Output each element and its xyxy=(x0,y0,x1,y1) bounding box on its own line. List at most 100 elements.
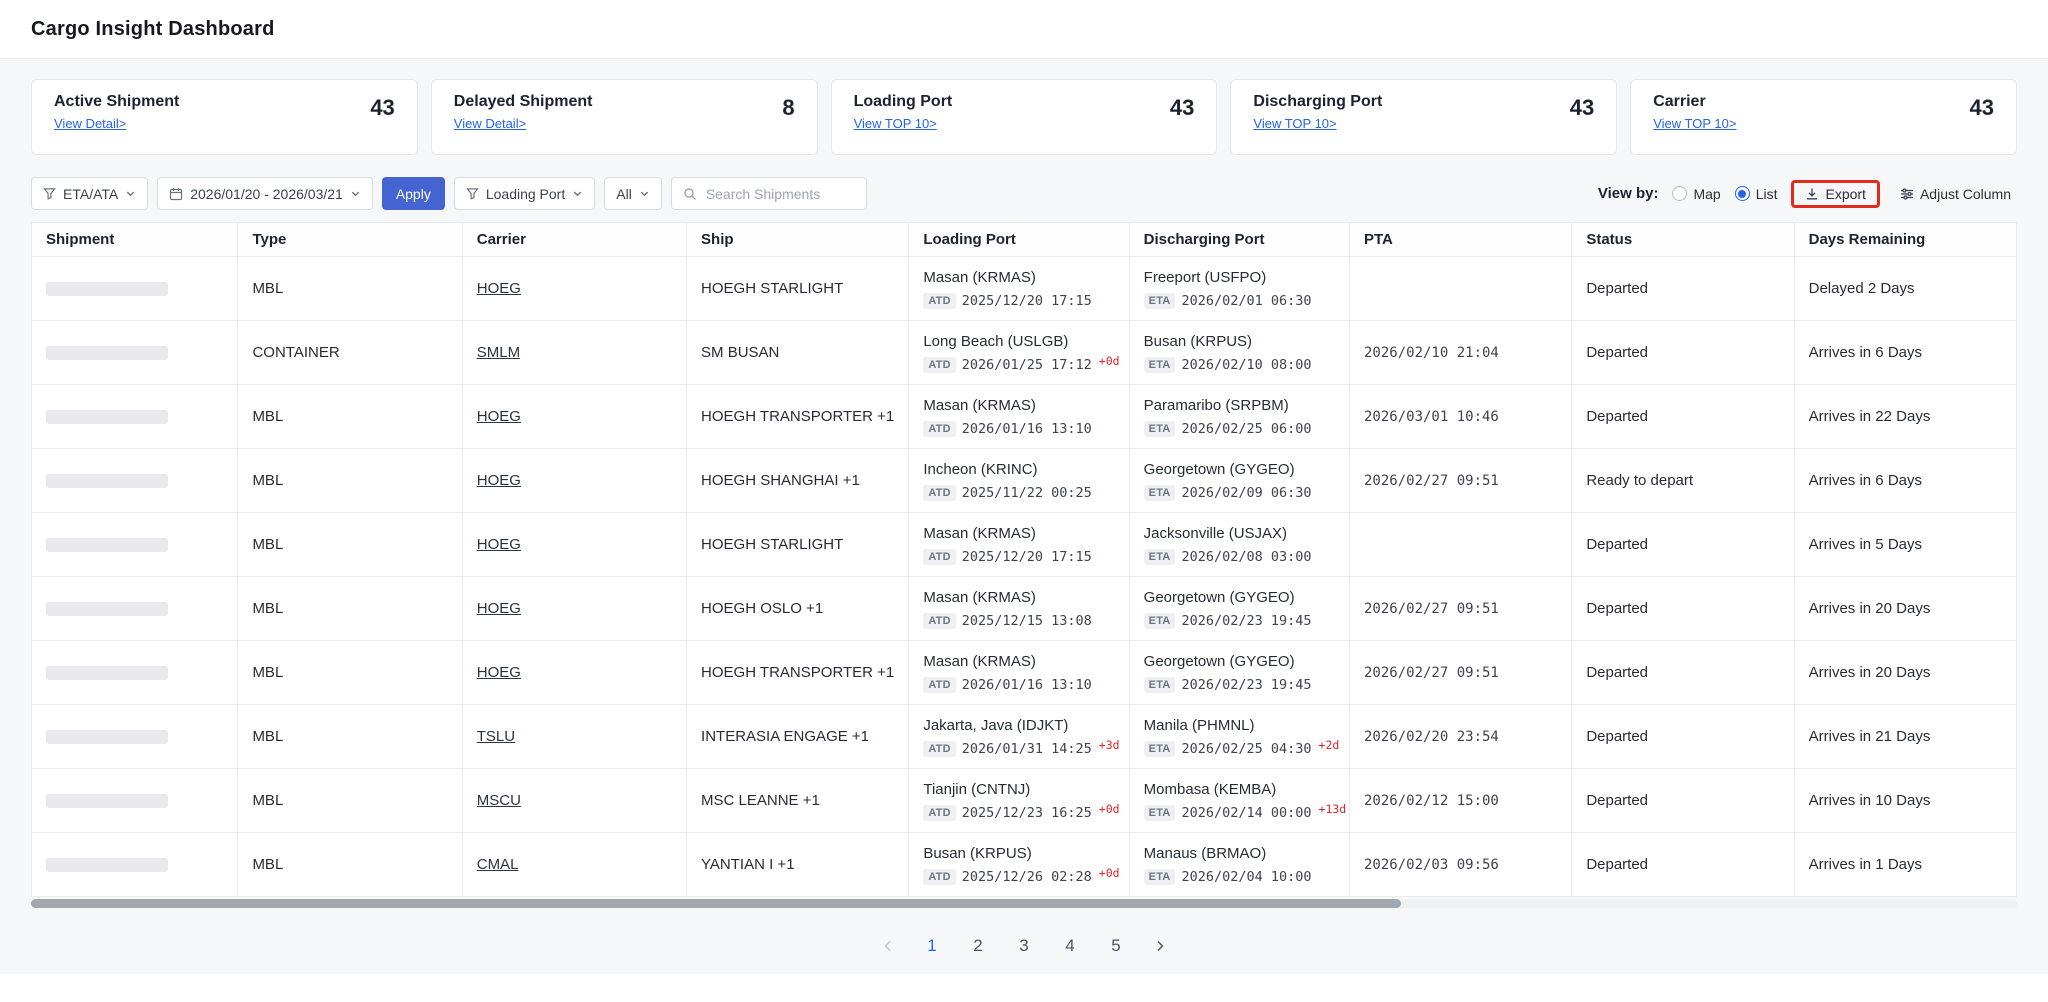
all-filter-label: All xyxy=(616,185,632,202)
carrier-link[interactable]: HOEG xyxy=(477,280,521,297)
view-top10-link[interactable]: View TOP 10> xyxy=(1253,116,1336,131)
carrier-cell: HOEG xyxy=(461,256,688,321)
view-top10-link[interactable]: View TOP 10> xyxy=(1653,116,1736,131)
column-header-ship: Ship xyxy=(686,222,910,257)
port-time: ATD 2025/12/26 02:28 +0d xyxy=(923,866,1120,885)
chevron-down-icon xyxy=(125,188,136,199)
all-dropdown[interactable]: All xyxy=(604,177,662,210)
apply-button[interactable]: Apply xyxy=(381,177,445,210)
delay-days: +0d xyxy=(1098,353,1120,368)
page-button[interactable]: 1 xyxy=(917,929,947,963)
shipment-table-body: MBL HOEG HOEGH STARLIGHT Masan (KRMAS) ATD 20… xyxy=(30,256,2018,897)
adjust-column-label: Adjust Column xyxy=(1919,185,2011,202)
discharging-port-cell: Jacksonville (USJAX) ETA 2026/02/08 03:00 xyxy=(1128,512,1351,577)
eta-ata-dropdown[interactable]: ETA/ATA xyxy=(31,177,149,210)
port-name: Paramaribo (SRPBM) xyxy=(1143,396,1289,414)
loading-port-cell: Masan (KRMAS) ATD 2026/01/16 13:10 xyxy=(908,640,1130,705)
view-option-map[interactable]: Map xyxy=(1672,186,1721,202)
port-datetime: 2026/02/08 03:00 xyxy=(1181,548,1312,565)
days-remaining-cell: Arrives in 6 Days xyxy=(1793,448,2018,513)
view-option-list[interactable]: List xyxy=(1734,186,1777,202)
port-datetime: 2025/12/20 17:15 xyxy=(961,548,1092,565)
loading-port-cell: Busan (KRPUS) ATD 2025/12/26 02:28 +0d xyxy=(908,832,1130,897)
page-button[interactable]: 5 xyxy=(1101,929,1131,963)
pagination-next-button[interactable] xyxy=(1147,933,1173,959)
port-datetime: 2026/02/04 10:00 xyxy=(1181,868,1312,885)
status-cell: Departed xyxy=(1571,512,1795,577)
port-time: ATD 2025/12/23 16:25 +0d xyxy=(923,802,1120,821)
card-loading-port: Loading Port View TOP 10> 43 xyxy=(830,79,1218,155)
loading-port-dropdown[interactable]: Loading Port xyxy=(453,177,596,210)
view-detail-link[interactable]: View Detail> xyxy=(454,116,526,131)
shipment-id-placeholder xyxy=(46,537,168,552)
scrollbar-thumb[interactable] xyxy=(31,899,1402,908)
map-radio[interactable] xyxy=(1672,186,1688,201)
port-name: Masan (KRMAS) xyxy=(923,652,1036,670)
port-time: ATD 2026/01/16 13:10 xyxy=(923,420,1114,437)
port-datetime: 2026/02/10 08:00 xyxy=(1181,356,1312,373)
port-name: Masan (KRMAS) xyxy=(923,268,1036,286)
port-time: ETA 2026/02/01 06:30 xyxy=(1143,292,1335,309)
port-name: Long Beach (USLGB) xyxy=(923,332,1069,350)
eta-badge: ETA xyxy=(1143,612,1176,629)
loading-port-cell: Masan (KRMAS) ATD 2025/12/20 17:15 xyxy=(908,256,1130,321)
port-name: Masan (KRMAS) xyxy=(923,524,1036,542)
carrier-link[interactable]: HOEG xyxy=(477,408,521,425)
eta-badge: ETA xyxy=(1143,292,1176,309)
port-time: ETA 2026/02/10 08:00 xyxy=(1143,356,1335,373)
status-cell: Departed xyxy=(1571,704,1795,769)
port-datetime: 2026/02/09 06:30 xyxy=(1181,484,1312,501)
page-button[interactable]: 3 xyxy=(1009,929,1039,963)
shipment-cell xyxy=(30,704,239,769)
pagination-prev-button[interactable] xyxy=(875,933,901,959)
carrier-link[interactable]: HOEG xyxy=(477,472,521,489)
chevron-down-icon xyxy=(572,188,583,199)
export-button[interactable]: Export xyxy=(1799,185,1871,203)
chevron-down-icon xyxy=(350,188,361,199)
type-cell: MBL xyxy=(237,512,463,577)
view-top10-link[interactable]: View TOP 10> xyxy=(854,116,937,131)
view-detail-link[interactable]: View Detail> xyxy=(54,116,126,131)
shipment-cell xyxy=(30,576,239,641)
eta-ata-label: ETA/ATA xyxy=(63,185,119,202)
carrier-cell: HOEG xyxy=(461,384,688,449)
table-row: MBL HOEG HOEGH STARLIGHT Masan (KRMAS) ATD 20… xyxy=(30,256,2018,321)
ship-cell: MSC LEANNE +1 xyxy=(686,768,910,833)
card-value: 43 xyxy=(1569,95,1595,120)
discharging-port-cell: Georgetown (GYGEO) ETA 2026/02/23 19:45 xyxy=(1128,640,1351,705)
carrier-link[interactable]: SMLM xyxy=(477,344,520,361)
adjust-column-button[interactable]: Adjust Column xyxy=(1894,185,2017,203)
port-name: Manila (PHMNL) xyxy=(1143,716,1255,734)
ship-cell: HOEGH STARLIGHT xyxy=(686,512,910,577)
port-name: Manaus (BRMAO) xyxy=(1143,844,1267,862)
date-range-picker[interactable]: 2026/01/20 - 2026/03/21 xyxy=(157,177,373,210)
card-label: Loading Port xyxy=(853,93,953,110)
adjust-column-icon xyxy=(1900,187,1914,201)
carrier-link[interactable]: HOEG xyxy=(477,600,521,617)
card-value: 43 xyxy=(1969,95,1994,120)
carrier-link[interactable]: TSLU xyxy=(477,728,515,745)
list-radio[interactable] xyxy=(1734,186,1750,201)
page-button[interactable]: 4 xyxy=(1055,929,1085,963)
carrier-link[interactable]: HOEG xyxy=(477,536,521,553)
ship-cell: HOEGH STARLIGHT xyxy=(686,256,910,321)
pta-cell: 2026/02/10 21:04 xyxy=(1348,320,1573,385)
status-cell: Departed xyxy=(1571,384,1795,449)
carrier-link[interactable]: HOEG xyxy=(477,664,521,681)
carrier-link[interactable]: CMAL xyxy=(477,856,519,873)
page-button[interactable]: 2 xyxy=(963,929,993,963)
discharging-port-cell: Busan (KRPUS) ETA 2026/02/10 08:00 xyxy=(1128,320,1351,385)
shipment-id-placeholder xyxy=(46,345,168,360)
loading-port-filter-label: Loading Port xyxy=(485,185,566,202)
summary-cards: Active Shipment View Detail> 43 Delayed … xyxy=(31,79,2017,155)
port-datetime: 2026/02/23 19:45 xyxy=(1181,676,1312,693)
atd-badge: ATD xyxy=(923,292,956,309)
carrier-link[interactable]: MSCU xyxy=(477,792,521,809)
filter-bar: ETA/ATA 2026/01/20 - 2026/03/21 Apply Lo… xyxy=(31,177,2017,210)
chevron-left-icon xyxy=(881,939,895,953)
port-datetime: 2026/02/25 04:30 xyxy=(1181,740,1312,757)
search-input[interactable] xyxy=(703,184,855,203)
port-datetime: 2026/02/25 06:00 xyxy=(1181,420,1312,437)
eta-badge: ETA xyxy=(1143,740,1176,757)
port-time: ETA 2026/02/25 04:30 +2d xyxy=(1143,738,1339,757)
